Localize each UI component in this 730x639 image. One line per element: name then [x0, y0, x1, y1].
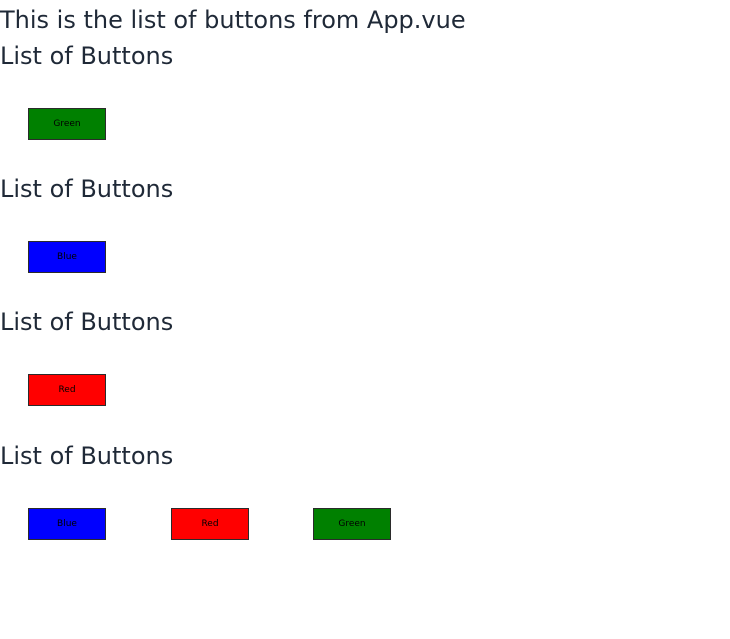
green-button[interactable]: Green [28, 108, 106, 140]
red-button[interactable]: Red [28, 374, 106, 406]
list-title: List of Buttons [0, 175, 174, 203]
red-button[interactable]: Red [171, 508, 249, 540]
blue-button[interactable]: Blue [28, 241, 106, 273]
list-title: List of Buttons [0, 42, 174, 70]
list-title: List of Buttons [0, 442, 174, 470]
app-heading: This is the list of buttons from App.vue [0, 6, 466, 34]
list-title: List of Buttons [0, 308, 174, 336]
blue-button[interactable]: Blue [28, 508, 106, 540]
green-button[interactable]: Green [313, 508, 391, 540]
